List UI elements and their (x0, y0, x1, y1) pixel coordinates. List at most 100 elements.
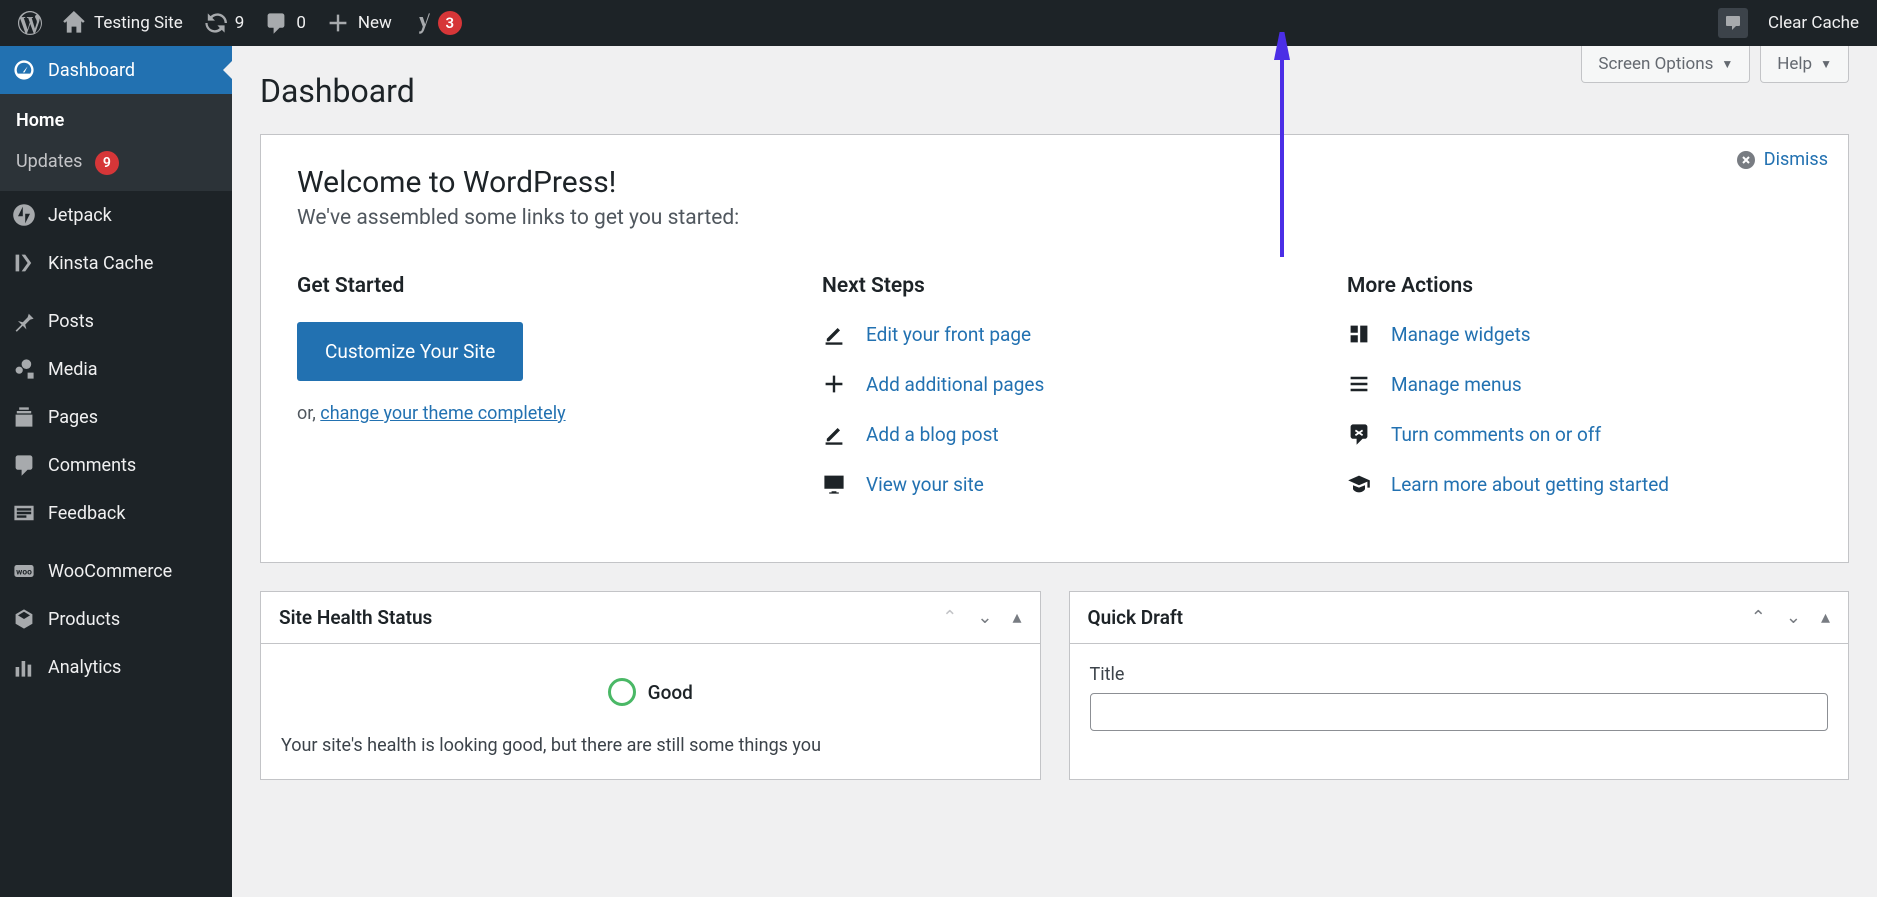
wp-logo[interactable] (8, 0, 52, 46)
change-theme-link[interactable]: change your theme completely (320, 403, 565, 424)
welcome-title: Welcome to WordPress! (297, 165, 1812, 200)
menu-kinsta-label: Kinsta Cache (48, 253, 153, 274)
new-link[interactable]: New (316, 0, 402, 46)
pin-icon (12, 309, 36, 333)
comment-off-icon (1347, 422, 1371, 446)
menu-icon (1347, 372, 1371, 396)
screen-options-label: Screen Options (1598, 54, 1713, 74)
speech-icon (1723, 13, 1743, 33)
yoast-icon (412, 11, 436, 35)
customize-site-button[interactable]: Customize Your Site (297, 322, 523, 381)
manage-menus-link[interactable]: Manage menus (1347, 372, 1812, 396)
yoast-count-badge: 3 (438, 11, 462, 35)
menu-kinsta[interactable]: Kinsta Cache (0, 239, 232, 287)
help-button[interactable]: Help▼ (1760, 46, 1849, 83)
menu-pages-label: Pages (48, 407, 98, 428)
admin-sidebar: Dashboard Home Updates 9 Jetpack Kinsta … (0, 46, 232, 897)
jetpack-icon (12, 203, 36, 227)
welcome-panel: Dismiss Welcome to WordPress! We've asse… (260, 134, 1849, 563)
toggle-button[interactable]: ▴ (1821, 607, 1830, 628)
update-icon (203, 11, 227, 35)
comments-icon (12, 453, 36, 477)
edit-icon (822, 322, 846, 346)
more-actions-column: More Actions Manage widgets Manage menus… (1347, 274, 1812, 522)
main-content: Screen Options▼ Help▼ Dashboard Dismiss … (232, 46, 1877, 780)
manage-widgets-link[interactable]: Manage widgets (1347, 322, 1812, 346)
health-description: Your site's health is looking good, but … (281, 732, 1020, 759)
get-started-heading: Get Started (297, 274, 762, 298)
health-indicator-icon (608, 678, 636, 706)
next-steps-heading: Next Steps (822, 274, 1287, 298)
comment-icon (264, 11, 288, 35)
get-started-column: Get Started Customize Your Site or, chan… (297, 274, 762, 522)
menu-posts-label: Posts (48, 311, 94, 332)
kinsta-icon (12, 251, 36, 275)
analytics-icon (12, 655, 36, 679)
move-down-button[interactable]: ⌄ (977, 607, 992, 628)
add-pages-link[interactable]: Add additional pages (822, 372, 1287, 396)
screen-options-button[interactable]: Screen Options ▼ (1581, 46, 1750, 83)
add-blog-post-link[interactable]: Add a blog post (822, 422, 1287, 446)
menu-dashboard[interactable]: Dashboard (0, 46, 232, 94)
menu-comments-label: Comments (48, 455, 136, 476)
view-site-link[interactable]: View your site (822, 472, 1287, 496)
menu-woocommerce[interactable]: woo WooCommerce (0, 547, 232, 595)
menu-woocommerce-label: WooCommerce (48, 561, 172, 582)
site-name-link[interactable]: Testing Site (52, 0, 193, 46)
chevron-down-icon: ▼ (1820, 57, 1832, 71)
menu-comments[interactable]: Comments (0, 441, 232, 489)
menu-feedback[interactable]: Feedback (0, 489, 232, 537)
plus-icon (822, 372, 846, 396)
submenu-updates[interactable]: Updates 9 (0, 141, 232, 185)
or-change-theme: or, change your theme completely (297, 403, 762, 424)
woo-icon: woo (12, 559, 36, 583)
dismiss-label: Dismiss (1764, 149, 1828, 170)
menu-jetpack-label: Jetpack (48, 205, 112, 226)
menu-analytics[interactable]: Analytics (0, 643, 232, 691)
move-up-button[interactable]: ⌃ (942, 607, 957, 628)
updates-link[interactable]: 9 (193, 0, 255, 46)
menu-posts[interactable]: Posts (0, 297, 232, 345)
submenu-updates-label: Updates (16, 151, 82, 172)
pages-icon (12, 405, 36, 429)
toggle-button[interactable]: ▴ (1012, 607, 1021, 628)
admin-bar: Testing Site 9 0 New 3 Clear Cache (0, 0, 1877, 46)
dashboard-icon (12, 58, 36, 82)
dismiss-link[interactable]: Dismiss (1736, 149, 1828, 170)
plus-icon (326, 11, 350, 35)
media-icon (12, 357, 36, 381)
graduation-icon (1347, 472, 1371, 496)
clear-cache-link[interactable]: Clear Cache (1758, 0, 1869, 46)
notifications-button[interactable] (1708, 0, 1758, 46)
menu-pages[interactable]: Pages (0, 393, 232, 441)
toggle-comments-link[interactable]: Turn comments on or off (1347, 422, 1812, 446)
updates-count: 9 (235, 13, 245, 33)
menu-products-label: Products (48, 609, 120, 630)
site-health-header[interactable]: Site Health Status ⌃ ⌄ ▴ (261, 592, 1040, 644)
site-name-label: Testing Site (94, 13, 183, 33)
menu-jetpack[interactable]: Jetpack (0, 191, 232, 239)
widgets-icon (1347, 322, 1371, 346)
menu-feedback-label: Feedback (48, 503, 125, 524)
clear-cache-label: Clear Cache (1768, 13, 1859, 33)
submenu-dashboard: Home Updates 9 (0, 94, 232, 191)
monitor-icon (822, 472, 846, 496)
site-health-title: Site Health Status (279, 606, 432, 629)
quick-draft-header[interactable]: Quick Draft ⌃ ⌄ ▴ (1070, 592, 1849, 644)
write-icon (822, 422, 846, 446)
menu-analytics-label: Analytics (48, 657, 121, 678)
draft-title-input[interactable] (1090, 693, 1829, 731)
menu-media[interactable]: Media (0, 345, 232, 393)
move-up-button[interactable]: ⌃ (1751, 607, 1766, 628)
yoast-link[interactable]: 3 (402, 0, 472, 46)
menu-products[interactable]: Products (0, 595, 232, 643)
comments-count: 0 (296, 13, 306, 33)
edit-front-page-link[interactable]: Edit your front page (822, 322, 1287, 346)
move-down-button[interactable]: ⌄ (1786, 607, 1801, 628)
comments-link[interactable]: 0 (254, 0, 316, 46)
chevron-down-icon: ▼ (1721, 57, 1733, 71)
submenu-home[interactable]: Home (0, 100, 232, 141)
learn-more-link[interactable]: Learn more about getting started (1347, 472, 1812, 496)
home-icon (62, 11, 86, 35)
menu-media-label: Media (48, 359, 98, 380)
